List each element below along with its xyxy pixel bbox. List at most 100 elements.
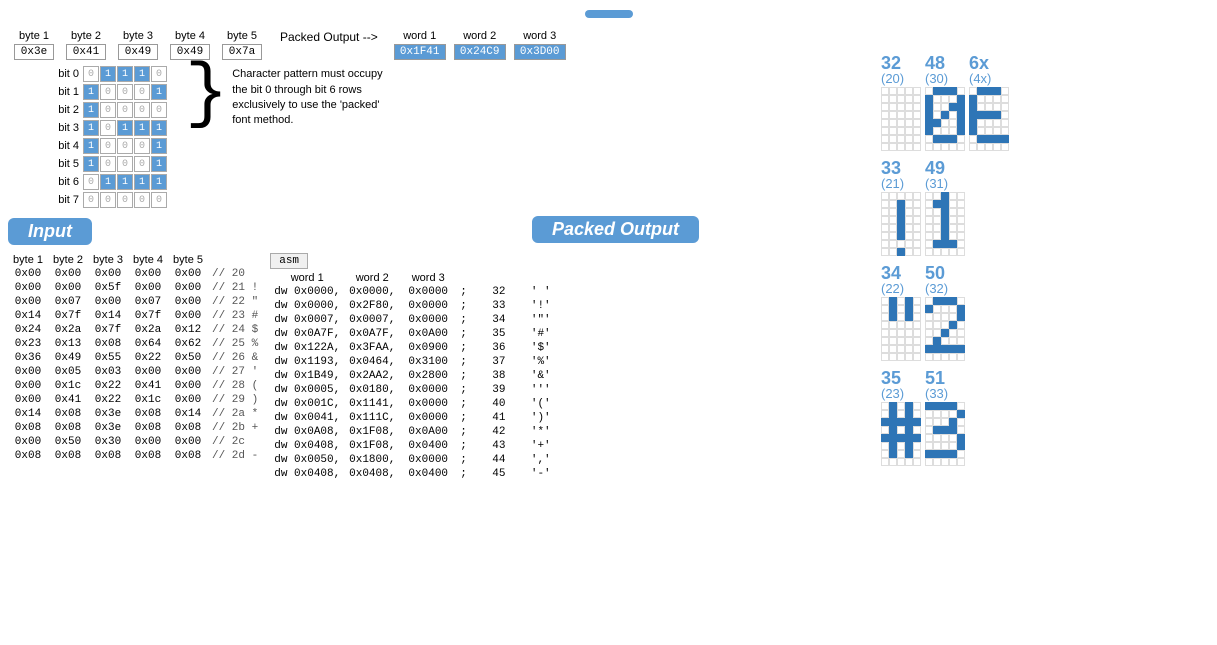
packed-cell-2-5: '"' bbox=[527, 313, 583, 327]
bit-label-6: bit 6 bbox=[48, 176, 83, 188]
input-cell-3-0: 0x14 bbox=[8, 309, 48, 323]
packed-cell-7-2: 0x0000 bbox=[400, 383, 456, 397]
char-pixel-6x-0-4 bbox=[1001, 87, 1009, 95]
asm-tab[interactable]: asm bbox=[270, 253, 308, 269]
packed-cell-9-3: ; bbox=[456, 411, 471, 425]
bit-cell-2-0: 1 bbox=[83, 102, 99, 118]
packed-cell-4-2: 0x0900 bbox=[400, 341, 456, 355]
char-pixel-6x-1-1 bbox=[977, 95, 985, 103]
char-grid-row-51-1 bbox=[925, 410, 965, 418]
packed-cell-12-2: 0x0000 bbox=[400, 453, 456, 467]
bit-cell-5-1: 0 bbox=[100, 156, 116, 172]
char-grid-32 bbox=[881, 87, 921, 151]
packed-cell-1-3: ; bbox=[456, 299, 471, 313]
char-pixel-48-5-4 bbox=[957, 127, 965, 135]
char-col-3: 6x(4x) bbox=[969, 54, 1009, 641]
char-pixel-50-6-2 bbox=[941, 345, 949, 353]
input-cell-4-0: 0x24 bbox=[8, 323, 48, 337]
input-cell-0-5: // 20 bbox=[208, 267, 262, 281]
char-pixel-51-2-3 bbox=[949, 418, 957, 426]
packed-cell-6-4: 38 bbox=[471, 369, 527, 383]
char-pixel-49-4-2 bbox=[941, 224, 949, 232]
input-cell-4-2: 0x7f bbox=[88, 323, 128, 337]
char-grid-row-6x-7 bbox=[969, 143, 1009, 151]
input-cell-8-5: // 28 ( bbox=[208, 379, 262, 393]
byte-label-1: byte 1 bbox=[19, 30, 49, 42]
char-grid-row-6x-3 bbox=[969, 111, 1009, 119]
right-panel: 32(20)33(21)34(22)35(23)48(30)49(31)50(3… bbox=[877, 50, 1217, 645]
char-pixel-6x-2-3 bbox=[993, 103, 1001, 111]
char-grid-row-6x-5 bbox=[969, 127, 1009, 135]
char-pixel-50-2-0 bbox=[925, 313, 933, 321]
bit-cells-0: 01110 bbox=[83, 66, 167, 82]
char-grid-row-49-0 bbox=[925, 192, 965, 200]
char-pixel-32-1-3 bbox=[905, 95, 913, 103]
char-pixel-32-3-2 bbox=[897, 111, 905, 119]
input-cell-2-1: 0x07 bbox=[48, 295, 88, 309]
input-th-b3: byte 3 bbox=[88, 253, 128, 267]
char-pixel-6x-7-1 bbox=[977, 143, 985, 151]
char-pixel-35-4-2 bbox=[897, 434, 905, 442]
packed-cell-11-5: '+' bbox=[527, 439, 583, 453]
bit-label-5: bit 5 bbox=[48, 158, 83, 170]
input-cell-10-2: 0x3e bbox=[88, 407, 128, 421]
char-pixel-6x-7-2 bbox=[985, 143, 993, 151]
char-pixel-51-5-3 bbox=[949, 442, 957, 450]
word-val-1: 0x1F41 bbox=[394, 44, 446, 60]
char-grid-row-48-2 bbox=[925, 103, 965, 111]
word-col-3: word 3 0x3D00 bbox=[510, 30, 570, 60]
char-pixel-35-2-3 bbox=[905, 418, 913, 426]
char-pixel-49-5-0 bbox=[925, 232, 933, 240]
char-pixel-50-6-0 bbox=[925, 345, 933, 353]
char-pixel-32-2-4 bbox=[913, 103, 921, 111]
char-pixel-6x-3-0 bbox=[969, 111, 977, 119]
char-grid-row-33-4 bbox=[881, 224, 921, 232]
char-grid-row-34-6 bbox=[881, 345, 921, 353]
annotation-area: } Character pattern must occupy the bit … bbox=[185, 66, 392, 130]
char-sub-6x: (4x) bbox=[969, 72, 991, 85]
input-row: 0x140x7f0x140x7f0x00// 23 # bbox=[8, 309, 262, 323]
char-pixel-32-6-1 bbox=[889, 135, 897, 143]
char-pixel-34-3-0 bbox=[881, 321, 889, 329]
packed-cell-6-0: dw 0x1B49, bbox=[270, 369, 344, 383]
char-pixel-50-1-1 bbox=[933, 305, 941, 313]
char-pixel-49-7-1 bbox=[933, 248, 941, 256]
char-pixel-34-3-1 bbox=[889, 321, 897, 329]
input-cell-9-4: 0x00 bbox=[168, 393, 208, 407]
char-pixel-51-0-2 bbox=[941, 402, 949, 410]
char-pixel-33-2-4 bbox=[913, 208, 921, 216]
char-pixel-48-6-3 bbox=[949, 135, 957, 143]
char-number-6x: 6x bbox=[969, 54, 989, 72]
packed-row: dw 0x0000,0x0000,0x0000;32' ' bbox=[270, 285, 583, 299]
char-pixel-51-3-1 bbox=[933, 426, 941, 434]
char-grid-row-35-2 bbox=[881, 418, 921, 426]
input-cell-5-2: 0x08 bbox=[88, 337, 128, 351]
packed-cell-8-0: dw 0x001C, bbox=[270, 397, 344, 411]
char-pixel-32-1-4 bbox=[913, 95, 921, 103]
char-pixel-50-6-3 bbox=[949, 345, 957, 353]
char-pixel-34-0-4 bbox=[913, 297, 921, 305]
input-cell-11-1: 0x08 bbox=[48, 421, 88, 435]
char-sub-48: (30) bbox=[925, 72, 948, 85]
char-pixel-32-3-4 bbox=[913, 111, 921, 119]
char-sub-35: (23) bbox=[881, 387, 904, 400]
char-grid-row-51-0 bbox=[925, 402, 965, 410]
char-grid-row-6x-4 bbox=[969, 119, 1009, 127]
input-cell-0-4: 0x00 bbox=[168, 267, 208, 281]
bit-row-5: bit 510001 bbox=[48, 156, 167, 172]
byte-val-2: 0x41 bbox=[66, 44, 106, 60]
char-pixel-50-0-1 bbox=[933, 297, 941, 305]
char-grid-row-33-7 bbox=[881, 248, 921, 256]
char-pixel-48-6-1 bbox=[933, 135, 941, 143]
word-labels-top: word 1 0x1F41 word 2 0x24C9 word 3 0x3D0… bbox=[390, 30, 570, 60]
char-pixel-50-7-1 bbox=[933, 353, 941, 361]
char-pixel-50-5-0 bbox=[925, 337, 933, 345]
bit-cell-3-1: 0 bbox=[100, 120, 116, 136]
char-pixel-34-5-4 bbox=[913, 337, 921, 345]
input-cell-9-2: 0x22 bbox=[88, 393, 128, 407]
char-pixel-6x-2-4 bbox=[1001, 103, 1009, 111]
char-sub-34: (22) bbox=[881, 282, 904, 295]
char-pixel-35-0-3 bbox=[905, 402, 913, 410]
char-pixel-34-2-1 bbox=[889, 313, 897, 321]
input-cell-11-3: 0x08 bbox=[128, 421, 168, 435]
